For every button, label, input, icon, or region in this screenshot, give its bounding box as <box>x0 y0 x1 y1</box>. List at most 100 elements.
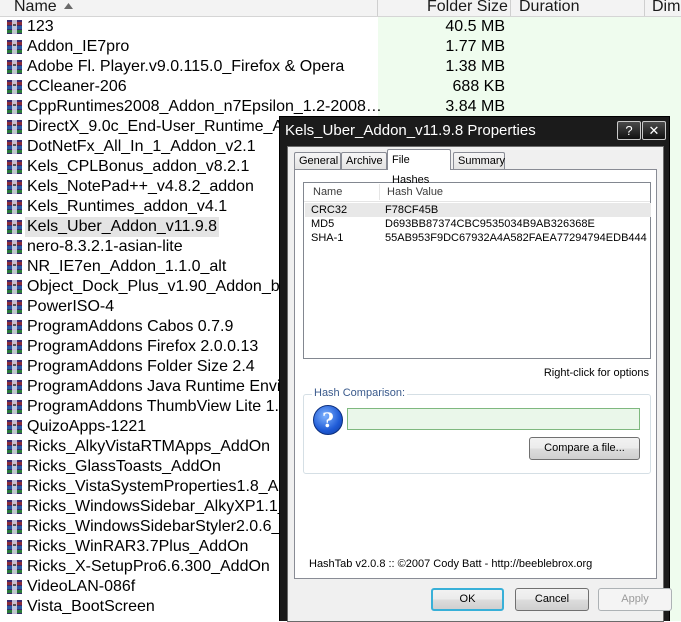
winrar-archive-icon <box>6 239 23 255</box>
file-name: Kels_CPLBonus_addon_v8.2.1 <box>27 158 250 175</box>
winrar-archive-icon <box>6 339 23 355</box>
file-name: ProgramAddons Java Runtime Envir <box>27 378 286 395</box>
winrar-archive-icon <box>6 539 23 555</box>
hash-list[interactable]: Name Hash Value CRC32 F78CF45B MD5 D693B… <box>303 182 651 359</box>
apply-button[interactable]: Apply <box>598 588 672 611</box>
hash-name: CRC32 <box>311 204 348 216</box>
column-separator[interactable] <box>377 0 378 16</box>
column-dim-header[interactable]: Dim <box>652 0 680 16</box>
cancel-button[interactable]: Cancel <box>515 588 589 611</box>
winrar-archive-icon <box>6 59 23 75</box>
file-name: PowerISO-4 <box>27 298 115 315</box>
file-name: ProgramAddons Cabos 0.7.9 <box>27 318 234 335</box>
column-separator[interactable] <box>644 0 645 16</box>
hashtab-credits: HashTab v2.0.8 :: ©2007 Cody Batt - http… <box>309 558 593 570</box>
column-separator[interactable] <box>510 0 511 16</box>
properties-dialog: Kels_Uber_Addon_v11.9.8 Properties ? ✕ G… <box>279 116 672 622</box>
file-name: Ricks_AlkyVistaRTMApps_AddOn <box>27 438 271 455</box>
winrar-archive-icon <box>6 419 23 435</box>
file-name: Ricks_WindowsSidebarStyler2.0.6_A <box>27 518 292 535</box>
winrar-archive-icon <box>6 359 23 375</box>
file-row[interactable]: 123 40.5 MB <box>0 17 681 37</box>
folder-size: 1.77 MB <box>445 38 505 55</box>
hash-row-sha1[interactable]: SHA-1 55AB953F9DC67932A4A582FAEA77294794… <box>305 231 651 245</box>
winrar-archive-icon <box>6 459 23 475</box>
file-name: Adobe Fl. Player.v9.0.115.0_Firefox & Op… <box>27 58 345 75</box>
hash-comparison-group: Hash Comparison: ? Compare a file... <box>303 387 651 474</box>
file-name: DirectX_9.0c_End-User_Runtime_Ad <box>27 118 293 135</box>
winrar-archive-icon <box>6 519 23 535</box>
folder-size: 1.38 MB <box>445 58 505 75</box>
hash-value: 55AB953F9DC67932A4A582FAEA77294794EDB444 <box>385 232 647 244</box>
winrar-archive-icon <box>6 379 23 395</box>
winrar-archive-icon <box>6 219 23 235</box>
close-button[interactable]: ✕ <box>642 121 666 140</box>
file-row[interactable]: Adobe Fl. Player.v9.0.115.0_Firefox & Op… <box>0 57 681 77</box>
file-name: NR_IE7en_Addon_1.1.0_alt <box>27 258 227 275</box>
winrar-archive-icon <box>6 599 23 615</box>
file-name: Ricks_WinRAR3.7Plus_AddOn <box>27 538 249 555</box>
hash-row-md5[interactable]: MD5 D693BB87374CBC9535034B9AB326368E <box>305 217 651 231</box>
winrar-archive-icon <box>6 259 23 275</box>
winrar-archive-icon <box>6 79 23 95</box>
column-folder-size-header[interactable]: Folder Size <box>427 0 508 16</box>
file-name: Kels_Runtimes_addon_v4.1 <box>27 198 228 215</box>
file-name: CppRuntimes2008_Addon_n7Epsilon_1.2-2008… <box>27 98 382 115</box>
winrar-archive-icon <box>6 399 23 415</box>
column-header: Name Folder Size Duration Dim <box>0 0 681 17</box>
tab-summary[interactable]: Summary <box>453 152 505 169</box>
file-name: CCleaner-206 <box>27 78 127 95</box>
question-icon: ? <box>313 405 343 435</box>
file-name: Kels_NotePad++_v4.8.2_addon <box>27 178 254 195</box>
hash-comparison-label: Hash Comparison: <box>312 387 408 399</box>
hash-row-crc32[interactable]: CRC32 F78CF45B <box>305 203 651 217</box>
winrar-archive-icon <box>6 319 23 335</box>
column-name-header[interactable]: Name <box>14 0 57 16</box>
file-name: Object_Dock_Plus_v1.90_Addon_by <box>27 278 288 295</box>
dialog-body: General Archive File Hashes Summary Name… <box>287 146 672 622</box>
file-name: Kels_Uber_Addon_v11.9.8 <box>25 217 220 237</box>
column-separator <box>379 184 380 200</box>
winrar-archive-icon <box>6 439 23 455</box>
file-row[interactable]: CppRuntimes2008_Addon_n7Epsilon_1.2-2008… <box>0 97 681 117</box>
file-name: Ricks_WindowsSidebar_AlkyXP1.1_A <box>27 498 298 515</box>
winrar-archive-icon <box>6 179 23 195</box>
hash-name: SHA-1 <box>311 232 344 244</box>
hash-name-column-header[interactable]: Name <box>313 186 342 198</box>
winrar-archive-icon <box>6 159 23 175</box>
file-row[interactable]: Addon_IE7pro 1.77 MB <box>0 37 681 57</box>
file-name: nero-8.3.2.1-asian-lite <box>27 238 183 255</box>
folder-size: 40.5 MB <box>445 18 505 35</box>
winrar-archive-icon <box>6 99 23 115</box>
column-duration-header[interactable]: Duration <box>519 0 579 16</box>
file-name: ProgramAddons ThumbView Lite 1.0 <box>27 398 288 415</box>
file-row[interactable]: CCleaner-206 688 KB <box>0 77 681 97</box>
winrar-archive-icon <box>6 279 23 295</box>
winrar-archive-icon <box>6 299 23 315</box>
winrar-archive-icon <box>6 579 23 595</box>
file-name: Ricks_X-SetupPro6.6.300_AddOn <box>27 558 270 575</box>
hash-list-header: Name Hash Value <box>304 183 650 202</box>
winrar-archive-icon <box>6 139 23 155</box>
winrar-archive-icon <box>6 19 23 35</box>
file-name: ProgramAddons Firefox 2.0.0.13 <box>27 338 259 355</box>
right-click-hint: Right-click for options <box>543 367 649 379</box>
ok-button[interactable]: OK <box>431 588 504 611</box>
tab-general[interactable]: General <box>294 152 341 169</box>
winrar-archive-icon <box>6 559 23 575</box>
winrar-archive-icon <box>6 199 23 215</box>
tab-archive[interactable]: Archive <box>341 152 387 169</box>
file-name: VideoLAN-086f <box>27 578 136 595</box>
tab-file-hashes[interactable]: File Hashes <box>387 149 451 186</box>
file-name: Ricks_GlassToasts_AddOn <box>27 458 221 475</box>
file-name: Addon_IE7pro <box>27 38 130 55</box>
hash-value: D693BB87374CBC9535034B9AB326368E <box>385 218 595 230</box>
compare-file-button[interactable]: Compare a file... <box>529 437 640 460</box>
hash-comparison-input[interactable] <box>347 408 640 430</box>
file-name: QuizoApps-1221 <box>27 418 147 435</box>
folder-size: 688 KB <box>452 78 505 95</box>
help-button[interactable]: ? <box>617 121 641 140</box>
winrar-archive-icon <box>6 499 23 515</box>
file-name: DotNetFx_All_In_1_Addon_v2.1 <box>27 138 256 155</box>
winrar-archive-icon <box>6 119 23 135</box>
